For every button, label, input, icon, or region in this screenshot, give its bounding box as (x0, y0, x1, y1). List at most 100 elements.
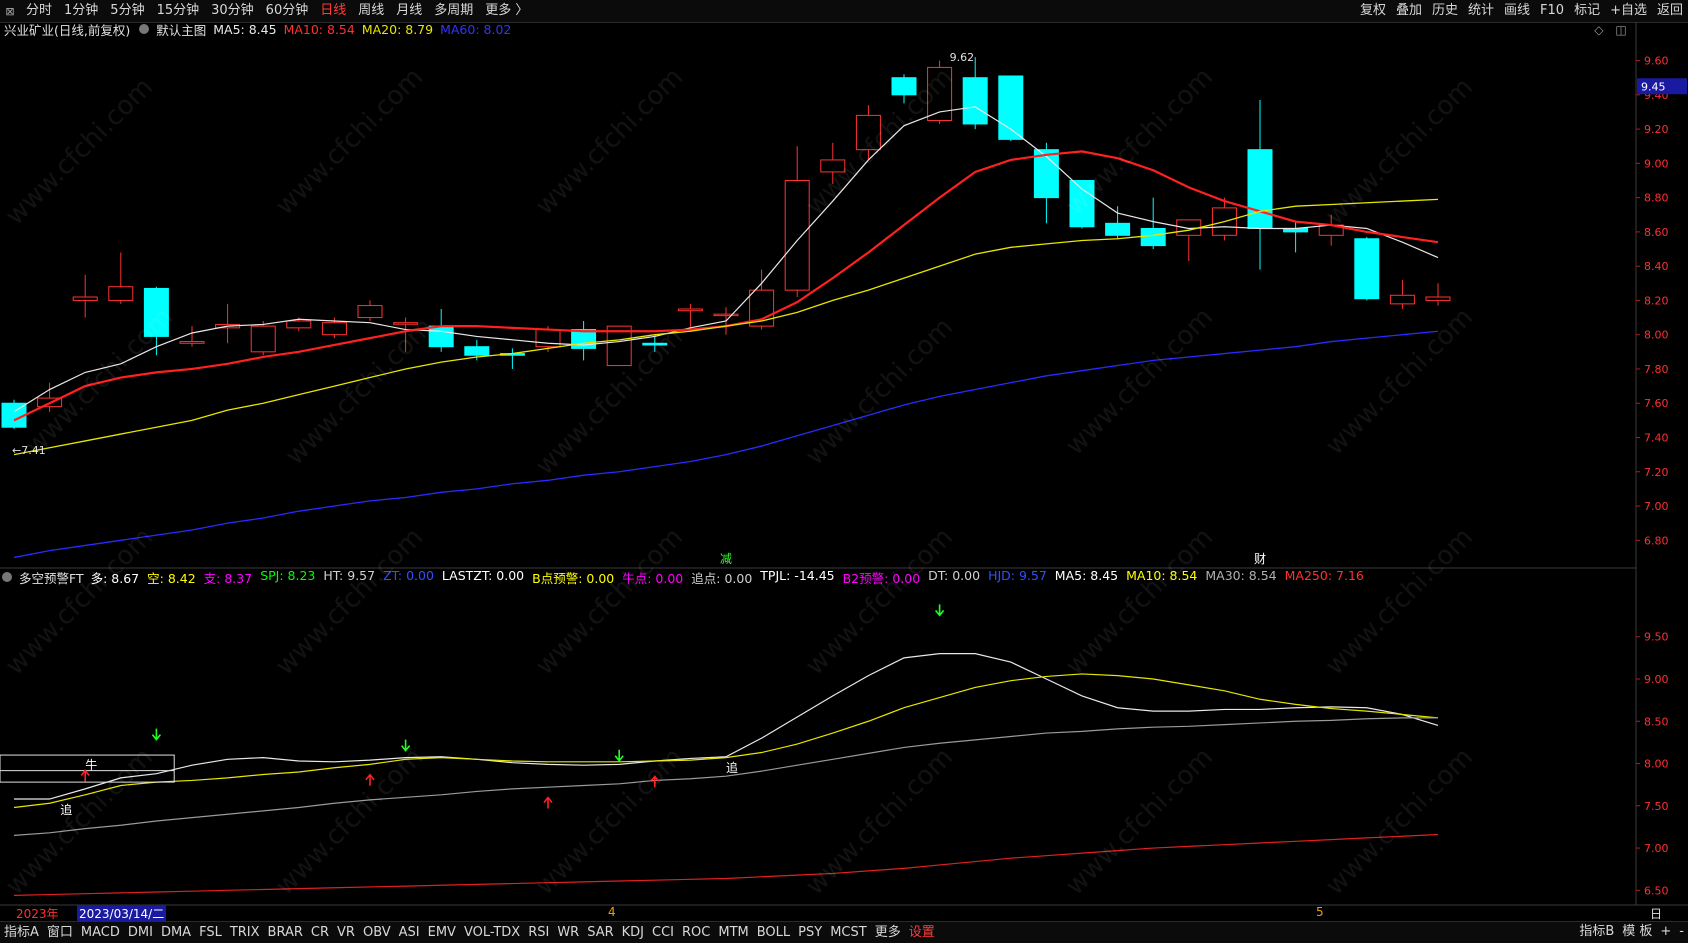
indicator-tab-7[interactable]: BRAR (264, 923, 307, 943)
indicator-tab-19[interactable]: ROC (678, 923, 714, 943)
indicator-tab-9[interactable]: VR (333, 923, 359, 943)
indicator-tab-2[interactable]: MACD (77, 923, 124, 943)
indicator-tab-23[interactable]: MCST (826, 923, 871, 943)
chase-label-1: 追 (60, 802, 72, 817)
indicator-line-2 (13, 717, 1438, 836)
main-ytick-label-12: 9.20 (1644, 123, 1669, 136)
event-marker-2: 财 (1254, 552, 1266, 566)
indicator-tab-17[interactable]: KDJ (618, 923, 648, 943)
candle-body-39 (1389, 294, 1415, 305)
indicator-tab-25[interactable]: 设置 (905, 923, 939, 943)
down-arrow-icon-0 (151, 728, 162, 741)
candle-body-25 (891, 77, 917, 96)
up-arrow-icon-1 (365, 773, 375, 786)
cursor-date: 2023/03/14/二 (77, 905, 167, 922)
candle-body-4 (143, 287, 169, 337)
ma-line-ma5 (13, 106, 1439, 413)
candle-body-5 (179, 341, 205, 344)
ind-ytick-label-2: 7.50 (1644, 800, 1669, 813)
main-ytick-label-9: 8.60 (1644, 226, 1669, 239)
bottom-right-button-1[interactable]: 模 板 (1618, 922, 1656, 942)
indicator-tab-4[interactable]: DMA (157, 923, 195, 943)
bottom-right-button-3[interactable]: - (1675, 922, 1688, 942)
bottom-right-tools: 指标B 模 板 + - (1575, 922, 1688, 942)
candle-body-13 (464, 346, 490, 356)
high-label: 9.62 (950, 51, 975, 64)
candle-body-3 (108, 286, 134, 301)
candle-body-23 (820, 159, 846, 173)
price-tag-label: 9.45 (1641, 80, 1666, 93)
main-ytick-label-14: 9.60 (1644, 55, 1669, 68)
main-ytick-label-8: 8.40 (1644, 260, 1669, 273)
ind-ytick-label-1: 7.00 (1644, 842, 1669, 855)
indicator-tab-15[interactable]: WR (553, 923, 583, 943)
date-axis: 2023年 2023/03/14/二 4 5 日线 (0, 905, 1662, 938)
month-4-label: 4 (608, 905, 616, 919)
candle-body-10 (357, 305, 383, 319)
chart-canvas[interactable]: 6.80 7.00 7.20 7.40 7.60 7.80 8.00 8.20 8.40 8.60… (0, 0, 1688, 942)
main-ytick-label-2: 7.20 (1644, 466, 1669, 479)
up-arrow-icon-2 (543, 796, 553, 809)
indicator-tab-18[interactable]: CCI (648, 923, 678, 943)
up-arrow-icon-3 (650, 775, 660, 788)
candle-body-8 (286, 320, 312, 329)
indicator-tab-1[interactable]: 窗口 (43, 923, 77, 943)
indicator-tab-24[interactable]: 更多 (871, 923, 905, 943)
candle-body-32 (1140, 227, 1166, 247)
candle-body-9 (321, 322, 347, 336)
up-arrow-icon-0 (80, 769, 90, 782)
down-arrow-icon-2 (614, 749, 624, 763)
indicator-tabs: 指标A 窗口 MACD DMI DMA FSL TRIX BRAR CR VR OBV ASI EMV V… (0, 923, 939, 943)
indicator-tab-16[interactable]: SAR (583, 923, 617, 943)
ind-ytick-label-4: 8.50 (1644, 715, 1669, 728)
indicator-tab-bar: 指标A 窗口 MACD DMI DMA FSL TRIX BRAR CR VR OBV ASI EMV V… (0, 921, 1688, 943)
indicator-tab-5[interactable]: FSL (195, 923, 226, 943)
candle-body-12 (428, 325, 454, 348)
indicator-tab-14[interactable]: RSI (524, 923, 553, 943)
candle-body-18 (642, 342, 668, 346)
chase-label-2: 追 (726, 760, 738, 775)
indicator-tab-13[interactable]: VOL-TDX (460, 923, 524, 943)
candle-body-28 (998, 75, 1024, 140)
candle-body-24 (855, 114, 881, 151)
candle-body-2 (72, 296, 98, 301)
candle-body-27 (962, 77, 988, 125)
main-ytick-label-5: 7.80 (1644, 363, 1669, 376)
indicator-tab-6[interactable]: TRIX (226, 923, 264, 943)
indicator-tab-11[interactable]: ASI (395, 923, 424, 943)
candle-body-40 (1425, 296, 1451, 301)
indicator-tab-22[interactable]: PSY (794, 923, 826, 943)
main-ytick-label-1: 7.00 (1644, 500, 1669, 513)
indicator-tab-0[interactable]: 指标A (0, 923, 43, 943)
month-5-label: 5 (1316, 905, 1324, 919)
ind-ytick-label-3: 8.00 (1644, 758, 1669, 771)
indicator-tab-21[interactable]: BOLL (753, 923, 794, 943)
bottom-right-button-0[interactable]: 指标B (1575, 922, 1618, 942)
low-label: ←7.41 (12, 444, 46, 457)
main-ytick-label-4: 7.60 (1644, 397, 1669, 410)
candle-body-20 (713, 313, 739, 317)
indicator-line-1 (13, 673, 1439, 809)
main-ytick-label-0: 6.80 (1644, 534, 1669, 547)
bull-label: 牛 (85, 757, 97, 772)
main-ytick-label-3: 7.40 (1644, 431, 1669, 444)
ind-ytick-label-6: 9.50 (1644, 631, 1669, 644)
indicator-tab-8[interactable]: CR (307, 923, 333, 943)
down-arrow-icon-1 (400, 739, 411, 752)
down-arrow-icon-3 (934, 604, 945, 617)
bottom-right-button-2[interactable]: + (1656, 922, 1675, 942)
ind-ytick-label-5: 9.00 (1644, 673, 1669, 686)
candle-body-22 (784, 179, 810, 291)
indicator-tab-20[interactable]: MTM (714, 923, 752, 943)
ma-line-ma60 (13, 330, 1439, 559)
candle-body-19 (677, 308, 703, 312)
main-ytick-label-7: 8.20 (1644, 294, 1669, 307)
candle-body-31 (1105, 222, 1131, 236)
year-label: 2023年 (16, 907, 59, 921)
main-ytick-label-6: 8.00 (1644, 329, 1669, 342)
indicator-tab-12[interactable]: EMV (424, 923, 460, 943)
candle-body-7 (250, 325, 276, 353)
indicator-tab-3[interactable]: DMI (124, 923, 157, 943)
candle-body-38 (1354, 238, 1380, 300)
indicator-tab-10[interactable]: OBV (359, 923, 395, 943)
